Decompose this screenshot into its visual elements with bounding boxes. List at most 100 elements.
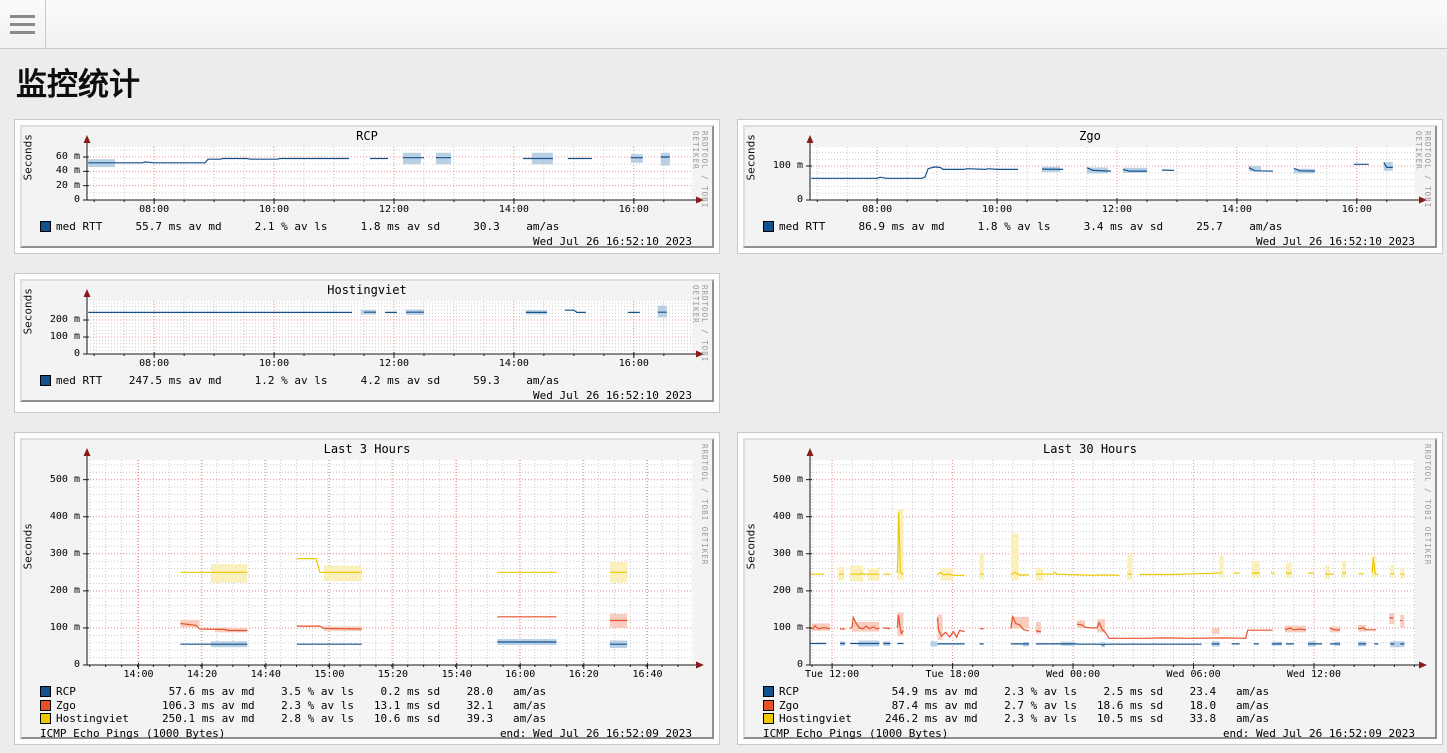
legend-text: RCP 57.6 ms av md 3.5 % av ls 0.2 ms sd … — [56, 685, 546, 698]
x-tick-label: 16:00 — [485, 669, 555, 680]
x-tick-label: 14:20 — [167, 669, 237, 680]
rrd-graph-rcp: RCPSecondsRRDTOOL / TOBI OETIKER08:0010:… — [20, 125, 714, 248]
y-tick-label: 0 — [22, 659, 80, 670]
x-tick-label: 16:40 — [613, 669, 683, 680]
x-tick-label: 12:00 — [359, 204, 429, 215]
y-tick-label: 100 m — [745, 160, 803, 171]
rrdtool-watermark: RRDTOOL / TOBI OETIKER — [1423, 444, 1432, 565]
chart-title-zgo: Zgo — [745, 129, 1435, 143]
top-navbar — [0, 0, 1447, 49]
y-tick-label: 500 m — [22, 474, 80, 485]
x-tick-label: Tue 18:00 — [918, 669, 988, 680]
rrd-graph-last-3-hours: Last 3 HoursSecondsRRDTOOL / TOBI OETIKE… — [20, 438, 714, 739]
x-tick-label: Wed 12:00 — [1279, 669, 1349, 680]
legend-swatch-rcp — [40, 686, 51, 697]
y-tick-label: 200 m — [22, 585, 80, 596]
x-tick-label: 14:00 — [104, 669, 174, 680]
legend-text: Zgo 87.4 ms av md 2.7 % av ls 18.6 ms sd… — [779, 699, 1269, 712]
chart-footer: Wed Jul 26 16:52:10 2023 — [763, 235, 1415, 248]
hamburger-icon — [10, 15, 35, 18]
y-tick-label: 500 m — [745, 474, 803, 485]
chart-title-rcp: RCP — [22, 129, 712, 143]
x-tick-label: 10:00 — [962, 204, 1032, 215]
graph-panel-rcp: RCPSecondsRRDTOOL / TOBI OETIKER08:0010:… — [14, 119, 720, 254]
y-tick-label: 200 m — [745, 585, 803, 596]
footer-date: Wed Jul 26 16:52:10 2023 — [1256, 235, 1415, 248]
graph-panel-last-3-hours: Last 3 HoursSecondsRRDTOOL / TOBI OETIKE… — [14, 432, 720, 745]
graph-panel-zgo: ZgoSecondsRRDTOOL / TOBI OETIKER08:0010:… — [737, 119, 1443, 254]
legend-row-zgo: Zgo 106.3 ms av md 2.3 % av ls 13.1 ms s… — [40, 699, 692, 712]
chart-title-last30: Last 30 Hours — [745, 442, 1435, 456]
legend-text: med RTT 247.5 ms av md 1.2 % av ls 4.2 m… — [56, 374, 559, 387]
x-tick-label: 08:00 — [119, 204, 189, 215]
chart-footer: Wed Jul 26 16:52:10 2023 — [40, 235, 692, 248]
x-tick-label: 08:00 — [119, 358, 189, 369]
rrd-graph-last-30-hours: Last 30 HoursSecondsRRDTOOL / TOBI OETIK… — [743, 438, 1437, 739]
x-tick-label: 10:00 — [239, 204, 309, 215]
x-tick-label: 14:00 — [479, 358, 549, 369]
y-tick-label: 100 m — [22, 622, 80, 633]
y-tick-label: 0 — [745, 194, 803, 205]
x-tick-label: 14:00 — [479, 204, 549, 215]
chart-title-last3: Last 3 Hours — [22, 442, 712, 456]
y-tick-label: 0 — [745, 659, 803, 670]
legend-swatch-hostingviet — [40, 713, 51, 724]
footer-left-text: ICMP Echo Pings (1000 Bytes) — [40, 727, 225, 740]
x-tick-label: Wed 00:00 — [1038, 669, 1108, 680]
y-tick-label: 300 m — [745, 548, 803, 559]
legend-swatch-hostingviet — [763, 713, 774, 724]
rrd-graph-zgo: ZgoSecondsRRDTOOL / TOBI OETIKER08:0010:… — [743, 125, 1437, 248]
y-tick-label: 300 m — [22, 548, 80, 559]
x-tick-label: 12:00 — [359, 358, 429, 369]
y-tick-label: 100 m — [745, 622, 803, 633]
x-tick-label: 14:40 — [231, 669, 301, 680]
legend-row-med-rtt: med RTT 55.7 ms av md 2.1 % av ls 1.8 ms… — [40, 220, 692, 233]
legend-swatch-zgo — [763, 700, 774, 711]
y-tick-label: 400 m — [22, 511, 80, 522]
x-tick-label: 14:00 — [1202, 204, 1272, 215]
x-tick-label: 16:00 — [599, 358, 669, 369]
legend-row-rcp: RCP 57.6 ms av md 3.5 % av ls 0.2 ms sd … — [40, 685, 692, 698]
legend-row-med-rtt: med RTT 247.5 ms av md 1.2 % av ls 4.2 m… — [40, 374, 692, 387]
chart-title-hostingviet: Hostingviet — [22, 283, 712, 297]
x-tick-label: 15:00 — [294, 669, 364, 680]
y-tick-label: 40 m — [22, 165, 80, 176]
x-tick-label: 16:20 — [549, 669, 619, 680]
y-tick-label: 60 m — [22, 151, 80, 162]
chart-footer: ICMP Echo Pings (1000 Bytes)end: Wed Jul… — [40, 727, 692, 740]
graph-panel-last-30-hours: Last 30 HoursSecondsRRDTOOL / TOBI OETIK… — [737, 432, 1443, 745]
footer-date: Wed Jul 26 16:52:10 2023 — [533, 389, 692, 402]
legend-swatch-med-rtt — [40, 221, 51, 232]
hamburger-menu-button[interactable] — [0, 0, 46, 48]
legend-text: Hostingviet 246.2 ms av md 2.3 % av ls 1… — [779, 712, 1269, 725]
legend-swatch-med-rtt — [763, 221, 774, 232]
legend-row-zgo: Zgo 87.4 ms av md 2.7 % av ls 18.6 ms sd… — [763, 699, 1415, 712]
x-tick-label: 15:40 — [422, 669, 492, 680]
rrdtool-watermark: RRDTOOL / TOBI OETIKER — [700, 444, 709, 565]
legend-text: Hostingviet 250.1 ms av md 2.8 % av ls 1… — [56, 712, 546, 725]
x-tick-label: 12:00 — [1082, 204, 1152, 215]
legend-text: Zgo 106.3 ms av md 2.3 % av ls 13.1 ms s… — [56, 699, 546, 712]
legend-text: med RTT 86.9 ms av md 1.8 % av ls 3.4 ms… — [779, 220, 1282, 233]
x-tick-label: Tue 12:00 — [797, 669, 867, 680]
y-tick-label: 400 m — [745, 511, 803, 522]
rrdtool-watermark: RRDTOOL / TOBI OETIKER — [1414, 131, 1432, 246]
y-tick-label: 0 — [22, 194, 80, 205]
x-tick-label: Wed 06:00 — [1159, 669, 1229, 680]
legend-row-rcp: RCP 54.9 ms av md 2.3 % av ls 2.5 ms sd … — [763, 685, 1415, 698]
legend-swatch-rcp — [763, 686, 774, 697]
rrd-graph-hostingviet: HostingvietSecondsRRDTOOL / TOBI OETIKER… — [20, 279, 714, 402]
legend-text: med RTT 55.7 ms av md 2.1 % av ls 1.8 ms… — [56, 220, 559, 233]
y-tick-label: 0 — [22, 348, 80, 359]
legend-row-med-rtt: med RTT 86.9 ms av md 1.8 % av ls 3.4 ms… — [763, 220, 1415, 233]
chart-footer: Wed Jul 26 16:52:10 2023 — [40, 389, 692, 402]
legend-swatch-zgo — [40, 700, 51, 711]
x-tick-label: 08:00 — [842, 204, 912, 215]
dashboard-grid: RCPSecondsRRDTOOL / TOBI OETIKER08:0010:… — [14, 119, 1433, 745]
graph-panel-hostingviet: HostingvietSecondsRRDTOOL / TOBI OETIKER… — [14, 273, 720, 413]
legend-row-hostingviet: Hostingviet 246.2 ms av md 2.3 % av ls 1… — [763, 712, 1415, 725]
y-tick-label: 100 m — [22, 331, 80, 342]
y-tick-label: 20 m — [22, 180, 80, 191]
legend-text: RCP 54.9 ms av md 2.3 % av ls 2.5 ms sd … — [779, 685, 1269, 698]
chart-footer: ICMP Echo Pings (1000 Bytes)end: Wed Jul… — [763, 727, 1415, 740]
